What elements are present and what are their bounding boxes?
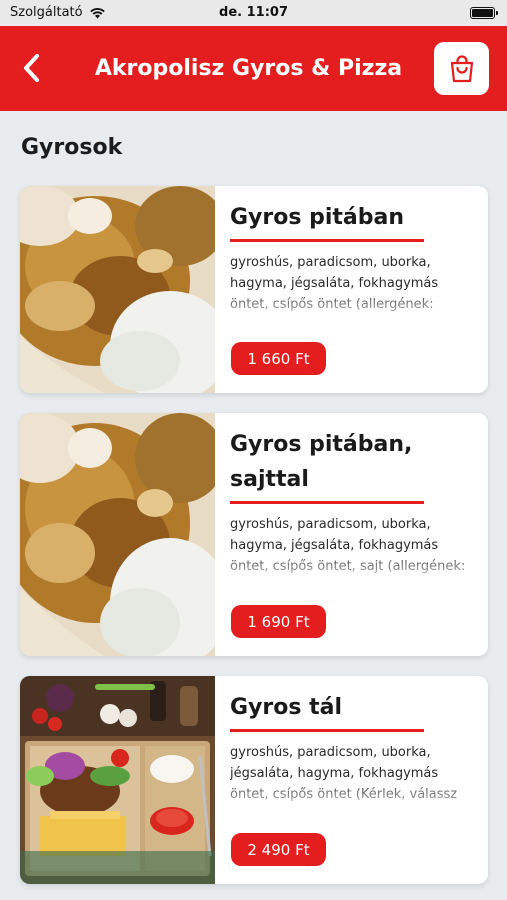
price-button[interactable]: 2 490 Ft bbox=[231, 833, 326, 866]
app-header: Akropolisz Gyros & Pizza bbox=[0, 26, 507, 111]
product-description: gyroshús, paradicsom, uborka, jégsaláta,… bbox=[230, 745, 458, 802]
page-title: Akropolisz Gyros & Pizza bbox=[94, 56, 403, 81]
status-bar: Szolgáltató de. 11:07 bbox=[0, 0, 507, 26]
title-underline bbox=[230, 501, 424, 504]
battery-level bbox=[472, 9, 493, 17]
product-info: Gyros tál gyroshús, paradicsom, uborka, … bbox=[230, 676, 476, 884]
product-name: Gyros pitában, sajttal bbox=[230, 432, 413, 492]
battery-nub bbox=[496, 11, 498, 15]
status-time: de. 11:07 bbox=[219, 5, 288, 20]
product-name: Gyros pitában bbox=[230, 205, 405, 230]
chevron-left-icon bbox=[24, 54, 39, 82]
product-image-gyros-pita-cheese bbox=[20, 413, 215, 656]
product-card[interactable]: Gyros pitában gyroshús, paradicsom, ubor… bbox=[20, 186, 488, 393]
section-title: Gyrosok bbox=[21, 135, 123, 160]
product-info: Gyros pitában, sajttal gyroshús, paradic… bbox=[230, 413, 476, 656]
product-card[interactable]: Gyros tál gyroshús, paradicsom, uborka, … bbox=[20, 676, 488, 884]
product-info: Gyros pitában gyroshús, paradicsom, ubor… bbox=[230, 186, 476, 393]
price-button[interactable]: 1 690 Ft bbox=[231, 605, 326, 638]
title-underline bbox=[230, 729, 424, 732]
product-image-gyros-plate bbox=[20, 676, 215, 884]
product-card[interactable]: Gyros pitában, sajttal gyroshús, paradic… bbox=[20, 413, 488, 656]
battery-icon bbox=[470, 7, 498, 19]
cart-button[interactable] bbox=[434, 42, 489, 95]
title-underline bbox=[230, 239, 424, 242]
product-description: gyroshús, paradicsom, uborka, hagyma, jé… bbox=[230, 255, 439, 312]
product-image-gyros-pita bbox=[20, 186, 215, 393]
product-name: Gyros tál bbox=[230, 695, 343, 720]
product-description: gyroshús, paradicsom, uborka, hagyma, jé… bbox=[230, 517, 466, 574]
shopping-bag-icon bbox=[450, 54, 473, 82]
back-button[interactable] bbox=[14, 50, 50, 86]
price-button[interactable]: 1 660 Ft bbox=[231, 342, 326, 375]
